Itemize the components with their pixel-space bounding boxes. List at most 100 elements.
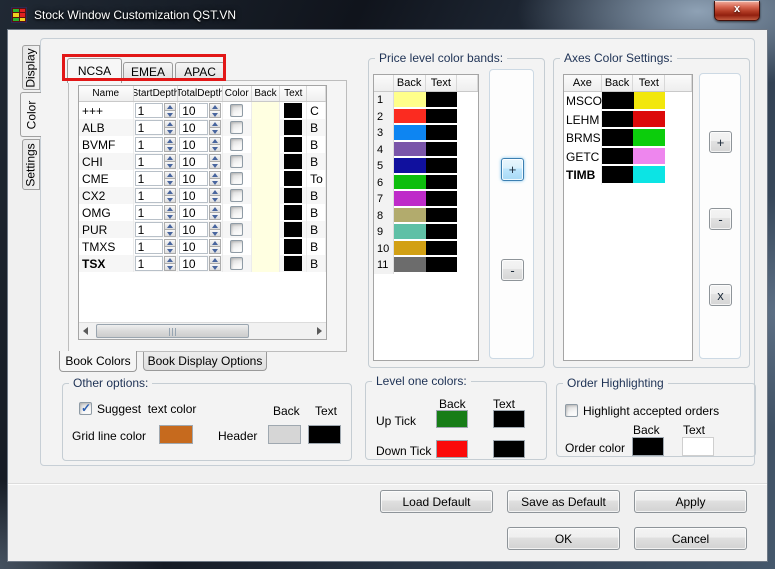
spin-down-icon[interactable]: [208, 178, 221, 186]
down-tick-back-swatch[interactable]: [436, 440, 468, 458]
price-band-row[interactable]: 3: [374, 125, 478, 142]
table-row[interactable]: PUR 1 10 B: [79, 221, 326, 238]
start-depth-spinner[interactable]: 1: [134, 137, 177, 152]
spin-down-icon[interactable]: [208, 144, 221, 152]
highlight-accepted-orders-checkbox[interactable]: [565, 404, 578, 417]
price-band-row[interactable]: 8: [374, 207, 478, 224]
side-tab-color[interactable]: Color: [20, 92, 41, 137]
total-depth-spinner[interactable]: 10: [179, 171, 221, 186]
table-row[interactable]: TMXS 1 10 B: [79, 238, 326, 255]
back-color-swatch[interactable]: [251, 255, 281, 272]
scroll-left-arrow-icon[interactable]: [79, 323, 92, 339]
spin-down-icon[interactable]: [164, 246, 177, 254]
scroll-right-arrow-icon[interactable]: [313, 323, 326, 339]
spin-down-icon[interactable]: [164, 195, 177, 203]
price-band-row[interactable]: 5: [374, 158, 478, 175]
spin-up-icon[interactable]: [164, 188, 177, 195]
axe-back-swatch[interactable]: [601, 147, 634, 166]
apply-button[interactable]: Apply: [634, 490, 747, 513]
table-row[interactable]: +++ 1 10 C: [79, 102, 326, 119]
color-checkbox[interactable]: [230, 155, 244, 168]
start-depth-spinner[interactable]: 1: [134, 205, 177, 220]
suggest-text-color-checkbox[interactable]: [79, 401, 92, 415]
start-depth-spinner[interactable]: 1: [134, 154, 177, 169]
color-checkbox[interactable]: [230, 121, 244, 134]
axe-text-swatch[interactable]: [633, 92, 666, 111]
start-depth-spinner[interactable]: 1: [134, 171, 177, 186]
spin-up-icon[interactable]: [164, 103, 177, 110]
axe-text-swatch[interactable]: [633, 129, 666, 148]
back-color-swatch[interactable]: [251, 102, 281, 119]
region-tab-apac[interactable]: APAC: [175, 62, 225, 80]
back-color-swatch[interactable]: [251, 170, 281, 187]
band-back-swatch[interactable]: [393, 141, 426, 158]
spin-down-icon[interactable]: [164, 263, 177, 271]
spin-up-icon[interactable]: [208, 222, 221, 229]
spin-up-icon[interactable]: [208, 120, 221, 127]
price-bands-remove-button[interactable]: -: [501, 259, 524, 281]
start-depth-spinner[interactable]: 1: [134, 256, 177, 271]
total-depth-spinner[interactable]: 10: [179, 188, 221, 203]
side-tab-settings[interactable]: Settings: [22, 139, 40, 190]
color-checkbox[interactable]: [230, 206, 244, 219]
band-back-swatch[interactable]: [393, 240, 426, 257]
back-color-swatch[interactable]: [251, 187, 281, 204]
scrollbar-thumb[interactable]: [96, 324, 249, 338]
spin-down-icon[interactable]: [208, 212, 221, 220]
band-back-swatch[interactable]: [393, 174, 426, 191]
order-text-swatch[interactable]: [682, 437, 714, 456]
axe-text-swatch[interactable]: [633, 110, 666, 129]
grid-line-color-swatch[interactable]: [159, 425, 193, 444]
spin-down-icon[interactable]: [208, 127, 221, 135]
table-row[interactable]: OMG 1 10 B: [79, 204, 326, 221]
price-band-row[interactable]: 1: [374, 92, 478, 109]
band-back-swatch[interactable]: [393, 108, 426, 125]
spin-up-icon[interactable]: [164, 154, 177, 161]
load-default-button[interactable]: Load Default: [380, 490, 493, 513]
back-color-swatch[interactable]: [251, 153, 281, 170]
price-band-row[interactable]: 2: [374, 108, 478, 125]
back-color-swatch[interactable]: [251, 119, 281, 136]
table-row[interactable]: CME 1 10 To: [79, 170, 326, 187]
tab-book-display-options[interactable]: Book Display Options: [143, 352, 267, 371]
price-band-row[interactable]: 10: [374, 240, 478, 257]
band-text-swatch[interactable]: [425, 207, 458, 224]
spin-down-icon[interactable]: [164, 229, 177, 237]
spin-up-icon[interactable]: [208, 239, 221, 246]
axes-row[interactable]: BRMS: [564, 129, 692, 148]
back-color-swatch[interactable]: [251, 204, 281, 221]
price-band-row[interactable]: 7: [374, 191, 478, 208]
save-as-default-button[interactable]: Save as Default: [507, 490, 620, 513]
band-back-swatch[interactable]: [393, 207, 426, 224]
total-depth-spinner[interactable]: 10: [179, 239, 221, 254]
spin-up-icon[interactable]: [208, 171, 221, 178]
spin-down-icon[interactable]: [164, 178, 177, 186]
band-text-swatch[interactable]: [425, 224, 458, 241]
spin-up-icon[interactable]: [208, 205, 221, 212]
start-depth-spinner[interactable]: 1: [134, 222, 177, 237]
axe-text-swatch[interactable]: [633, 166, 666, 185]
band-text-swatch[interactable]: [425, 257, 458, 274]
spin-up-icon[interactable]: [208, 188, 221, 195]
price-bands-add-button[interactable]: +: [501, 158, 524, 181]
spin-up-icon[interactable]: [164, 256, 177, 263]
header-text-swatch[interactable]: [308, 425, 341, 444]
spin-down-icon[interactable]: [164, 110, 177, 118]
band-back-swatch[interactable]: [393, 125, 426, 142]
side-tab-display[interactable]: Display: [22, 45, 40, 90]
text-color-cell[interactable]: [280, 153, 308, 170]
back-color-swatch[interactable]: [251, 136, 281, 153]
spin-down-icon[interactable]: [208, 195, 221, 203]
table-row[interactable]: CHI 1 10 B: [79, 153, 326, 170]
close-button[interactable]: [714, 1, 760, 21]
total-depth-spinner[interactable]: 10: [179, 222, 221, 237]
color-checkbox[interactable]: [230, 240, 244, 253]
band-text-swatch[interactable]: [425, 240, 458, 257]
cancel-button[interactable]: Cancel: [634, 527, 747, 550]
axe-back-swatch[interactable]: [601, 110, 634, 129]
total-depth-spinner[interactable]: 10: [179, 205, 221, 220]
axes-row[interactable]: MSCO: [564, 92, 692, 111]
spin-down-icon[interactable]: [208, 246, 221, 254]
text-color-cell[interactable]: [280, 221, 308, 238]
spin-up-icon[interactable]: [208, 256, 221, 263]
